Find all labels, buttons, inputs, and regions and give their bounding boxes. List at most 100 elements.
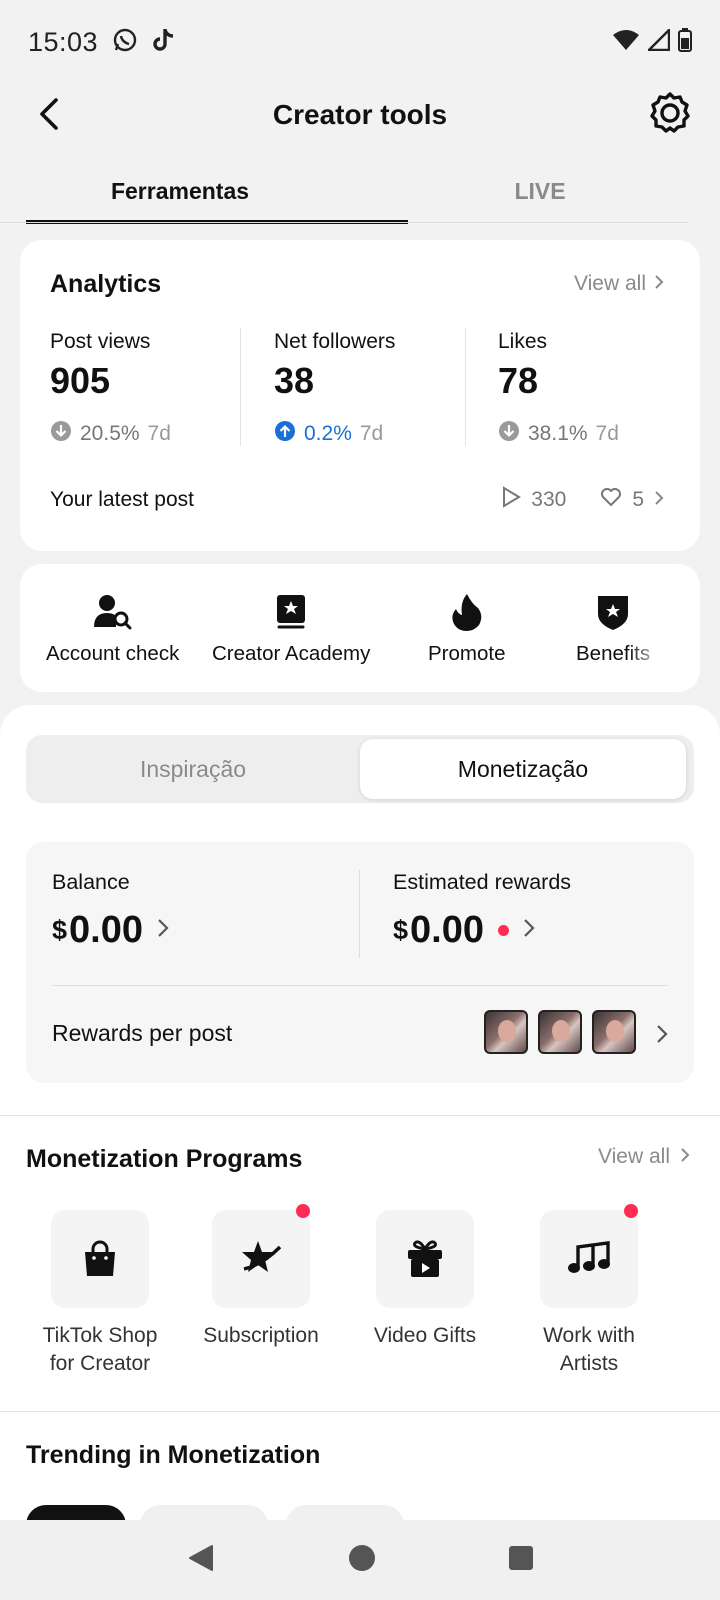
estimated-rewards-value: $ 0.00 <box>393 909 571 952</box>
latest-post-stats[interactable]: 330 5 <box>501 486 664 514</box>
arrow-down-circle-icon <box>498 420 520 448</box>
metric-label: Post views <box>50 330 151 353</box>
metric-value: 905 <box>50 360 111 401</box>
metric-divider <box>240 328 241 446</box>
estimated-rewards-amount: 0.00 <box>410 909 484 951</box>
chevron-right-icon <box>157 918 169 943</box>
metric-change: 0.2% 7d <box>274 420 474 448</box>
estimated-rewards-section[interactable]: Estimated rewards $ 0.00 <box>393 870 571 952</box>
balance-value: $ 0.00 <box>52 909 169 952</box>
metric-period: 7d <box>595 422 619 445</box>
program-label: TikTok Shop for Creator <box>42 1324 158 1375</box>
header: Creator tools <box>0 84 720 146</box>
shopping-bag-icon <box>51 1210 149 1308</box>
shield-star-icon <box>576 592 650 632</box>
view-all-label: View all <box>574 272 646 295</box>
metric-change: 20.5% 7d <box>50 420 250 448</box>
metric-likes[interactable]: Likes 78 38.1% 7d <box>498 330 698 448</box>
trending-title: Trending in Monetization <box>26 1441 321 1469</box>
balance-divider <box>359 870 360 958</box>
tool-promote[interactable]: Promote <box>428 592 505 666</box>
segment-monetizacao[interactable]: Monetização <box>360 739 686 799</box>
subscription-star-icon <box>212 1204 310 1308</box>
tab-ferramentas[interactable]: Ferramentas <box>0 160 360 224</box>
tool-label: Creator Academy <box>212 642 371 665</box>
tool-account-check[interactable]: Account check <box>46 592 179 666</box>
metric-change-pct: 20.5% <box>80 422 140 445</box>
program-subscription[interactable]: Subscription <box>176 1204 346 1350</box>
chevron-right-icon <box>654 488 664 512</box>
section-divider <box>0 1411 720 1412</box>
segment-inspiracao[interactable]: Inspiração <box>30 739 356 799</box>
notification-dot <box>498 925 509 936</box>
nav-back-icon[interactable] <box>186 1543 216 1578</box>
tiktok-icon <box>152 27 176 58</box>
system-nav-bar <box>0 1520 720 1600</box>
metric-label: Likes <box>498 330 548 353</box>
nav-home-icon[interactable] <box>347 1543 377 1578</box>
metric-label: Net followers <box>274 330 396 353</box>
program-work-with-artists[interactable]: Work with Artists <box>504 1204 674 1378</box>
heart-icon <box>600 487 622 513</box>
tool-label: Promote <box>428 642 506 665</box>
metric-net-followers[interactable]: Net followers 38 0.2% 7d <box>274 330 474 448</box>
section-divider <box>0 1115 720 1116</box>
analytics-title: Analytics <box>50 270 162 298</box>
post-thumbnail[interactable] <box>592 1010 636 1054</box>
program-video-gifts[interactable]: Video Gifts <box>340 1210 510 1350</box>
post-thumbnail[interactable] <box>484 1010 528 1054</box>
tool-creator-academy[interactable]: Creator Academy <box>212 592 370 666</box>
signal-icon <box>646 26 671 56</box>
balance-amount: 0.00 <box>69 909 143 951</box>
play-icon <box>501 486 522 514</box>
account-check-icon <box>46 592 179 632</box>
programs-view-all-link[interactable]: View all <box>598 1145 690 1169</box>
wifi-icon <box>612 29 640 56</box>
chevron-right-icon[interactable] <box>656 1024 668 1049</box>
analytics-card: Analytics View all Post views 905 20.5% … <box>20 240 700 551</box>
gear-icon <box>649 91 691 138</box>
academy-book-icon <box>212 592 370 632</box>
back-button[interactable] <box>26 94 70 138</box>
status-time: 15:03 <box>28 26 99 57</box>
metric-post-views[interactable]: Post views 905 20.5% 7d <box>50 330 250 448</box>
metric-change: 38.1% 7d <box>498 420 698 448</box>
latest-post-views: 330 <box>531 488 567 511</box>
analytics-view-all-link[interactable]: View all <box>574 272 664 296</box>
gift-icon <box>376 1210 474 1308</box>
back-arrow-icon <box>36 96 60 137</box>
tool-benefits[interactable]: Benefits <box>576 592 650 666</box>
latest-post-likes: 5 <box>632 488 644 511</box>
metric-period: 7d <box>147 422 171 445</box>
nav-recents-icon[interactable] <box>508 1545 534 1576</box>
estimated-rewards-label: Estimated rewards <box>393 870 572 894</box>
currency-symbol: $ <box>52 915 68 945</box>
music-notes-icon <box>540 1204 638 1308</box>
chevron-right-icon <box>680 1145 690 1169</box>
tab-live[interactable]: LIVE <box>360 160 720 224</box>
program-label: Video Gifts <box>373 1324 477 1347</box>
arrow-up-circle-icon <box>274 420 296 448</box>
balance-label: Balance <box>52 870 130 894</box>
balance-card: Balance $ 0.00 Estimated rewards $ 0.00 <box>26 842 694 1083</box>
rewards-per-post-label[interactable]: Rewards per post <box>52 1020 232 1047</box>
program-tiktok-shop[interactable]: TikTok Shop for Creator <box>15 1210 185 1378</box>
program-label: Work with Artists <box>543 1324 635 1375</box>
settings-button[interactable] <box>646 90 694 138</box>
notification-dot <box>296 1204 310 1218</box>
programs-title: Monetization Programs <box>26 1145 303 1173</box>
tabs-divider <box>0 222 688 223</box>
battery-icon <box>678 27 692 57</box>
post-thumbnails <box>484 1010 636 1054</box>
chevron-right-icon <box>654 272 664 296</box>
view-all-label: View all <box>598 1145 670 1168</box>
post-thumbnail[interactable] <box>538 1010 582 1054</box>
tool-label: Account check <box>46 642 180 665</box>
monetization-sheet: Inspiração Monetização Balance $ 0.00 Es… <box>0 705 720 1545</box>
tools-card: Account check Creator Academy Promote Be… <box>20 564 700 692</box>
latest-post-label[interactable]: Your latest post <box>50 488 194 512</box>
top-tabs: Ferramentas LIVE <box>0 160 720 224</box>
metric-value: 78 <box>498 360 539 401</box>
notification-dot <box>624 1204 638 1218</box>
balance-section[interactable]: Balance $ 0.00 <box>52 870 169 952</box>
